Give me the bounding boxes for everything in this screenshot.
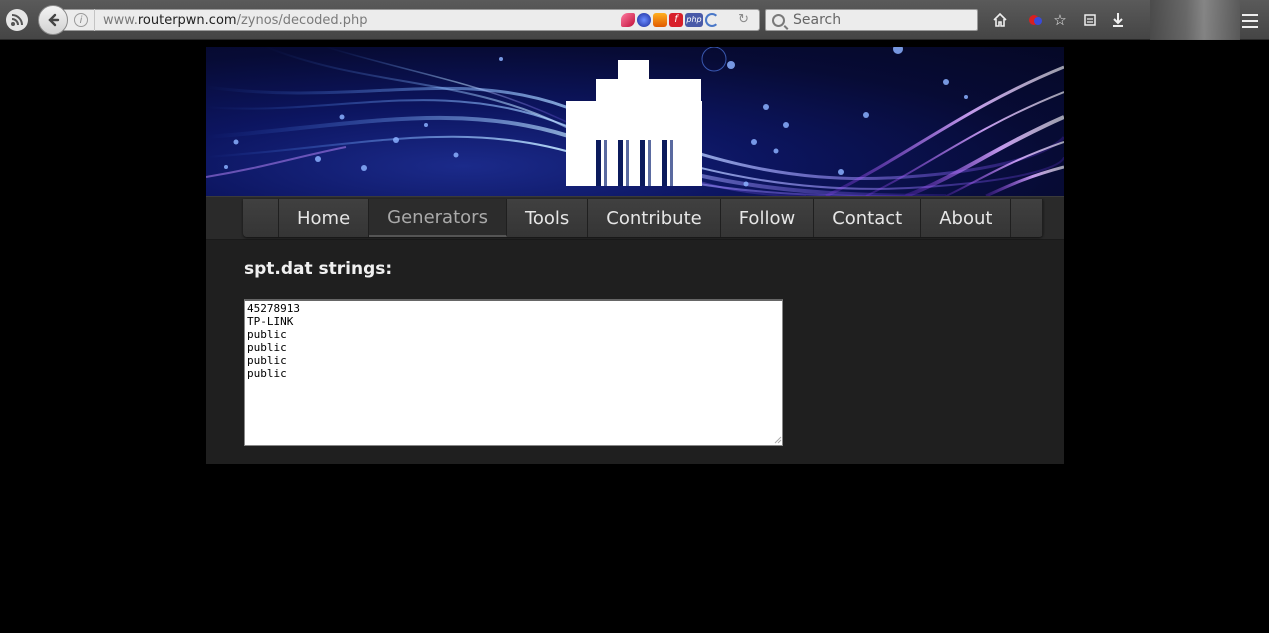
info-icon[interactable]: i bbox=[74, 13, 88, 27]
nav-spacer-right bbox=[1011, 199, 1043, 237]
search-icon bbox=[772, 13, 785, 27]
browser-toolbar: i www.routerpwn.com/zynos/decoded.php f … bbox=[0, 0, 1269, 40]
download-icon[interactable] bbox=[1108, 10, 1128, 30]
search-bar[interactable] bbox=[765, 9, 978, 31]
nav-item-contribute[interactable]: Contribute bbox=[588, 199, 721, 237]
nav-item-home[interactable]: Home bbox=[279, 199, 370, 237]
url-text[interactable]: www.routerpwn.com/zynos/decoded.php bbox=[103, 13, 368, 28]
url-bar[interactable]: i www.routerpwn.com/zynos/decoded.php f … bbox=[64, 9, 760, 31]
addon-icons: f php bbox=[621, 13, 719, 27]
toolbar-right-icons: ☆ bbox=[990, 10, 1144, 30]
back-arrow-icon bbox=[48, 13, 60, 27]
resize-grip-icon[interactable] bbox=[772, 434, 782, 444]
moon-addon-icon[interactable] bbox=[705, 13, 719, 27]
nav-menu: Home Generators Tools Contribute Follow … bbox=[243, 199, 1043, 237]
reload-icon[interactable]: ↻ bbox=[738, 12, 749, 27]
page-container: Home Generators Tools Contribute Follow … bbox=[206, 47, 1064, 464]
nav-item-follow[interactable]: Follow bbox=[721, 199, 815, 237]
profile-avatar[interactable] bbox=[1150, 0, 1240, 40]
content-area: spt.dat strings: 45278913 TP-LINK public… bbox=[206, 240, 1064, 464]
bookmarks-list-icon[interactable] bbox=[1080, 10, 1100, 30]
addon-badge-icon[interactable] bbox=[1026, 10, 1046, 30]
nav-spacer-left bbox=[243, 199, 279, 237]
nav-item-about[interactable]: About bbox=[921, 199, 1012, 237]
main-navigation: Home Generators Tools Contribute Follow … bbox=[206, 196, 1064, 240]
feather-addon-icon[interactable] bbox=[621, 13, 635, 27]
home-icon[interactable] bbox=[990, 10, 1010, 30]
page-title: spt.dat strings: bbox=[244, 259, 393, 279]
bookmark-star-icon[interactable]: ☆ bbox=[1050, 10, 1070, 30]
router-port-logo bbox=[566, 60, 702, 186]
url-path: /zynos/decoded.php bbox=[236, 12, 368, 28]
header-banner bbox=[206, 47, 1064, 196]
hamburger-menu-icon[interactable] bbox=[1240, 10, 1260, 30]
nav-item-contact[interactable]: Contact bbox=[814, 199, 922, 237]
nav-item-generators[interactable]: Generators bbox=[369, 199, 507, 237]
search-input[interactable] bbox=[793, 12, 973, 28]
nav-item-tools[interactable]: Tools bbox=[507, 199, 589, 237]
chart-addon-icon[interactable] bbox=[653, 13, 667, 27]
url-domain: routerpwn.com bbox=[137, 12, 237, 28]
rss-icon[interactable] bbox=[6, 9, 28, 31]
globe-addon-icon[interactable] bbox=[637, 13, 651, 27]
back-button[interactable] bbox=[38, 5, 68, 35]
font-addon-icon[interactable]: f bbox=[669, 13, 683, 27]
strings-textarea[interactable]: 45278913 TP-LINK public public public pu… bbox=[244, 299, 783, 446]
php-addon-icon[interactable]: php bbox=[685, 13, 703, 27]
url-divider bbox=[94, 9, 95, 31]
